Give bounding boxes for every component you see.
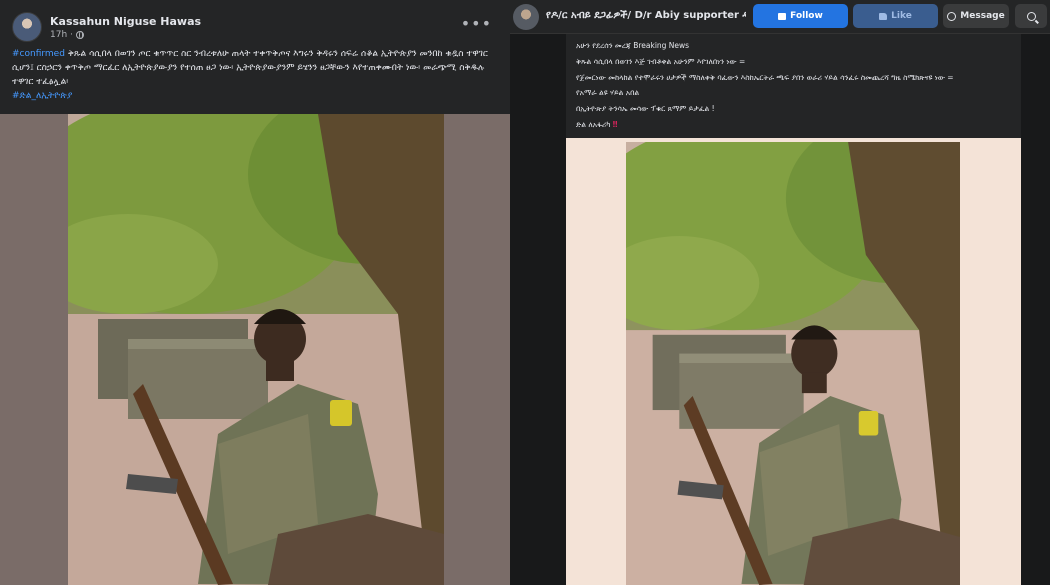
soldier-photo-illustration xyxy=(68,114,444,585)
post-text: #confirmed ቅጹል ሳሲበላ በወገን ጦር ቁጥጥር ስር ንብረቱ… xyxy=(12,47,502,103)
page-post-card: አሁን የደረሰን መረጃ Breaking News ቅጹል ሳሲበላ በወገ… xyxy=(566,34,1021,585)
post-line: የጀመርነው መከላከል የተሞራሩን ሀታዎች ማስለቀቅ ባፈውን እስከኤ… xyxy=(576,72,954,82)
post-meta: Kassahun Niguse Hawas 17h · xyxy=(50,15,201,40)
double-exclamation-icon: ‼ xyxy=(612,119,618,129)
post-line: ቅጹል ሳሲበላ በወገን እጅ ገብቶቀል አሁንም እየገለበነን ነው = xyxy=(576,56,746,66)
left-post-panel: Kassahun Niguse Hawas 17h · ••• #confirm… xyxy=(0,0,510,585)
post-header: Kassahun Niguse Hawas 17h · xyxy=(12,12,201,42)
hashtag-confirmed[interactable]: #confirmed xyxy=(12,49,65,59)
follow-label: Follow xyxy=(790,11,823,21)
post-line: አሁን የደረሰን መረጃ Breaking News xyxy=(576,41,690,50)
post-body: ቅጹል ሳሲበላ በወገን ጦር ቁጥጥር ስር ንብረቱለሁ ጠላት ተቀጥቅ… xyxy=(12,49,488,87)
page-post-text: አሁን የደረሰን መረጃ Breaking News ቅጹል ሳሲበላ በወገ… xyxy=(576,38,1016,133)
right-page-panel: የዶ/ር አብይ ደጋፊዎች/ D/r Abiy supporter ዱ... … xyxy=(510,0,1050,585)
post-line: የአማራ ልዩ ሃይል አበል xyxy=(576,88,640,98)
page-post-image-frame[interactable] xyxy=(566,138,1021,585)
message-label: Message xyxy=(960,11,1005,21)
page-name[interactable]: የዶ/ር አብይ ደጋፊዎች/ D/r Abiy supporter ዱ... xyxy=(546,10,746,21)
post-line: ድል ለአፋሪካ xyxy=(576,119,611,129)
search-button[interactable] xyxy=(1015,4,1047,28)
post-line-last: ድል ለአፋሪካ ‼ xyxy=(576,117,1016,133)
post-line: በኢትዮጵያ ትንሳኤ መሳው ፕቁር ጸማም ይታፈል ! xyxy=(576,104,715,114)
hashtag-victory[interactable]: #ድል_ለኢትዮጵያ xyxy=(12,89,502,103)
page-header-bar: የዶ/ር አብይ ደጋፊዎች/ D/r Abiy supporter ዱ... … xyxy=(510,0,1050,34)
post-time-row: 17h · xyxy=(50,30,201,40)
author-name[interactable]: Kassahun Niguse Hawas xyxy=(50,15,201,28)
more-options-icon[interactable]: ••• xyxy=(461,14,492,33)
globe-icon xyxy=(76,30,85,39)
messenger-icon xyxy=(947,11,957,21)
search-icon xyxy=(1026,11,1036,21)
page-avatar[interactable] xyxy=(513,4,539,30)
message-button[interactable]: Message xyxy=(943,4,1009,28)
follow-icon xyxy=(778,12,787,20)
like-label: Like xyxy=(891,11,912,21)
soldier-photo-duplicate[interactable] xyxy=(626,142,960,585)
soldier-photo[interactable] xyxy=(68,114,444,585)
post-image-frame[interactable] xyxy=(0,114,510,585)
thumbs-up-icon xyxy=(879,12,888,20)
soldier-photo-duplicate-illustration xyxy=(626,142,960,585)
like-button[interactable]: Like xyxy=(853,4,938,28)
follow-button[interactable]: Follow xyxy=(753,4,848,28)
author-avatar[interactable] xyxy=(12,12,42,42)
screenshot-root: Kassahun Niguse Hawas 17h · ••• #confirm… xyxy=(0,0,1050,585)
post-time[interactable]: 17h xyxy=(50,30,67,40)
